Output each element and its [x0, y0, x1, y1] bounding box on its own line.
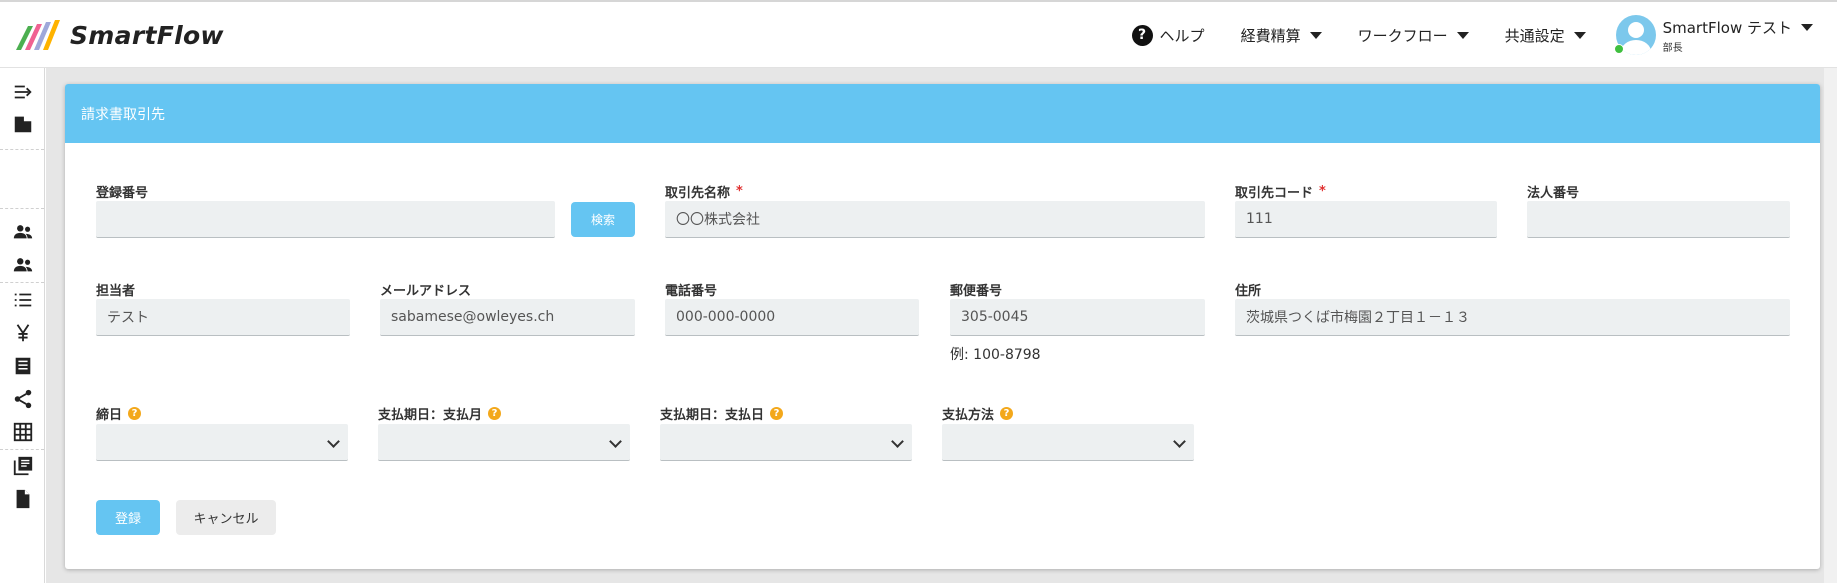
nav-common-settings-dropdown[interactable]: 共通設定	[1505, 25, 1586, 46]
help-hint-icon[interactable]: ?	[1000, 406, 1014, 420]
closing-day-label: 締日	[96, 407, 123, 423]
address-label: 住所	[1235, 283, 1262, 299]
phone-input[interactable]: 000-000-0000	[665, 299, 919, 336]
top-nav: ? ヘルプ 経費精算 ワークフロー 共通設定 SmartFlow テスト 部長	[1096, 2, 1813, 68]
corporate-number-label: 法人番号	[1527, 185, 1580, 201]
payment-method-label: 支払方法	[942, 407, 995, 423]
chevron-down-icon	[1173, 435, 1186, 448]
postal-code-example: 例: 100-8798	[950, 347, 1041, 363]
partner-name-field: 取引先名称 *	[665, 182, 743, 201]
partner-name-input[interactable]: 〇〇株式会社	[665, 201, 1205, 238]
top-header: SmartFlow ? ヘルプ 経費精算 ワークフロー 共通設定 SmartFl…	[0, 0, 1837, 68]
sidebar	[0, 68, 45, 583]
table-icon[interactable]	[11, 420, 35, 444]
closing-day-select[interactable]	[96, 424, 348, 461]
nav-expense-label: 経費精算	[1240, 26, 1301, 45]
caret-down-icon	[1801, 23, 1813, 31]
email-label: メールアドレス	[380, 283, 472, 299]
corporate-number-field: 法人番号	[1527, 182, 1580, 201]
caret-down-icon	[1309, 31, 1322, 39]
email-input[interactable]: sabamese@owleyes.ch	[380, 299, 635, 336]
payment-month-label: 支払期日：支払月	[378, 407, 483, 423]
postal-code-input[interactable]: 305-0045	[950, 299, 1205, 336]
phone-label: 電話番号	[665, 283, 718, 299]
sidebar-toggle-icon[interactable]	[11, 80, 35, 104]
caret-down-icon	[1456, 31, 1469, 39]
payment-method-select[interactable]	[942, 424, 1194, 461]
nav-workflow-label: ワークフロー	[1357, 26, 1448, 45]
partner-code-input[interactable]: 111	[1235, 201, 1497, 238]
registration-number-label: 登録番号	[96, 185, 149, 201]
payment-method-field: 支払方法?	[942, 404, 1014, 423]
postal-code-label: 郵便番号	[950, 283, 1003, 299]
nav-workflow-dropdown[interactable]: ワークフロー	[1358, 25, 1469, 46]
building-icon[interactable]	[11, 112, 35, 136]
cancel-button[interactable]: キャンセル	[176, 500, 276, 535]
document-icon[interactable]	[11, 487, 35, 511]
payment-day-field: 支払期日：支払日?	[660, 404, 784, 423]
payment-month-field: 支払期日：支払月?	[378, 404, 502, 423]
phone-field: 電話番号	[665, 280, 718, 299]
closing-day-field: 締日?	[96, 404, 142, 423]
logo-mark-icon	[16, 20, 60, 50]
partner-code-field: 取引先コード *	[1235, 182, 1326, 201]
list-icon[interactable]	[11, 288, 35, 312]
user-menu[interactable]: SmartFlow テスト 部長	[1615, 15, 1813, 55]
required-mark: *	[1319, 183, 1326, 199]
chevron-down-icon	[327, 435, 340, 448]
registration-number-input[interactable]	[96, 201, 555, 238]
address-input[interactable]: 茨城県つくば市梅園２丁目１－１３	[1235, 299, 1790, 336]
contact-person-label: 担当者	[96, 283, 136, 299]
share-icon[interactable]	[11, 387, 35, 411]
partner-name-label: 取引先名称	[665, 185, 731, 201]
user-role: 部長	[1662, 42, 1683, 54]
required-mark: *	[736, 183, 743, 199]
library-icon[interactable]	[11, 454, 35, 478]
logo-text: SmartFlow	[70, 20, 224, 50]
app-logo[interactable]: SmartFlow	[14, 18, 224, 52]
help-hint-icon[interactable]: ?	[128, 406, 142, 420]
yen-icon[interactable]	[11, 321, 35, 345]
page-scrollbar[interactable]	[1824, 68, 1837, 583]
email-field: メールアドレス	[380, 280, 472, 299]
help-hint-icon[interactable]: ?	[488, 406, 502, 420]
corporate-number-input[interactable]	[1527, 201, 1790, 238]
nav-help[interactable]: ? ヘルプ	[1131, 24, 1205, 46]
submit-button[interactable]: 登録	[96, 500, 160, 535]
nav-common-settings-label: 共通設定	[1504, 26, 1565, 45]
help-icon: ?	[1131, 24, 1153, 46]
caret-down-icon	[1573, 31, 1586, 39]
partner-form-card: 請求書取引先 登録番号 検索 取引先名称 * 〇〇株式会社 取引先コード * 111…	[65, 84, 1820, 569]
payment-day-select[interactable]	[660, 424, 912, 461]
user-name: SmartFlow テスト	[1662, 18, 1792, 37]
contact-person-input[interactable]: テスト	[96, 299, 350, 336]
chevron-down-icon	[609, 435, 622, 448]
card-header: 請求書取引先	[65, 84, 1820, 143]
users-icon[interactable]	[11, 220, 35, 244]
chevron-down-icon	[891, 435, 904, 448]
registration-number-field: 登録番号	[96, 182, 149, 201]
partner-code-label: 取引先コード	[1235, 185, 1314, 201]
address-field: 住所	[1235, 280, 1262, 299]
users-alt-icon[interactable]	[11, 253, 35, 277]
search-button[interactable]: 検索	[571, 202, 635, 237]
contact-person-field: 担当者	[96, 280, 136, 299]
payment-month-select[interactable]	[378, 424, 630, 461]
nav-help-label: ヘルプ	[1159, 26, 1205, 45]
page-title: 請求書取引先	[81, 106, 165, 123]
nav-expense-dropdown[interactable]: 経費精算	[1241, 25, 1322, 46]
user-info: SmartFlow テスト 部長	[1663, 17, 1813, 54]
receipt-icon[interactable]	[11, 354, 35, 378]
help-hint-icon[interactable]: ?	[770, 406, 784, 420]
online-status-icon	[1614, 44, 1624, 54]
payment-day-label: 支払期日：支払日	[660, 407, 765, 423]
postal-code-field: 郵便番号	[950, 280, 1003, 299]
